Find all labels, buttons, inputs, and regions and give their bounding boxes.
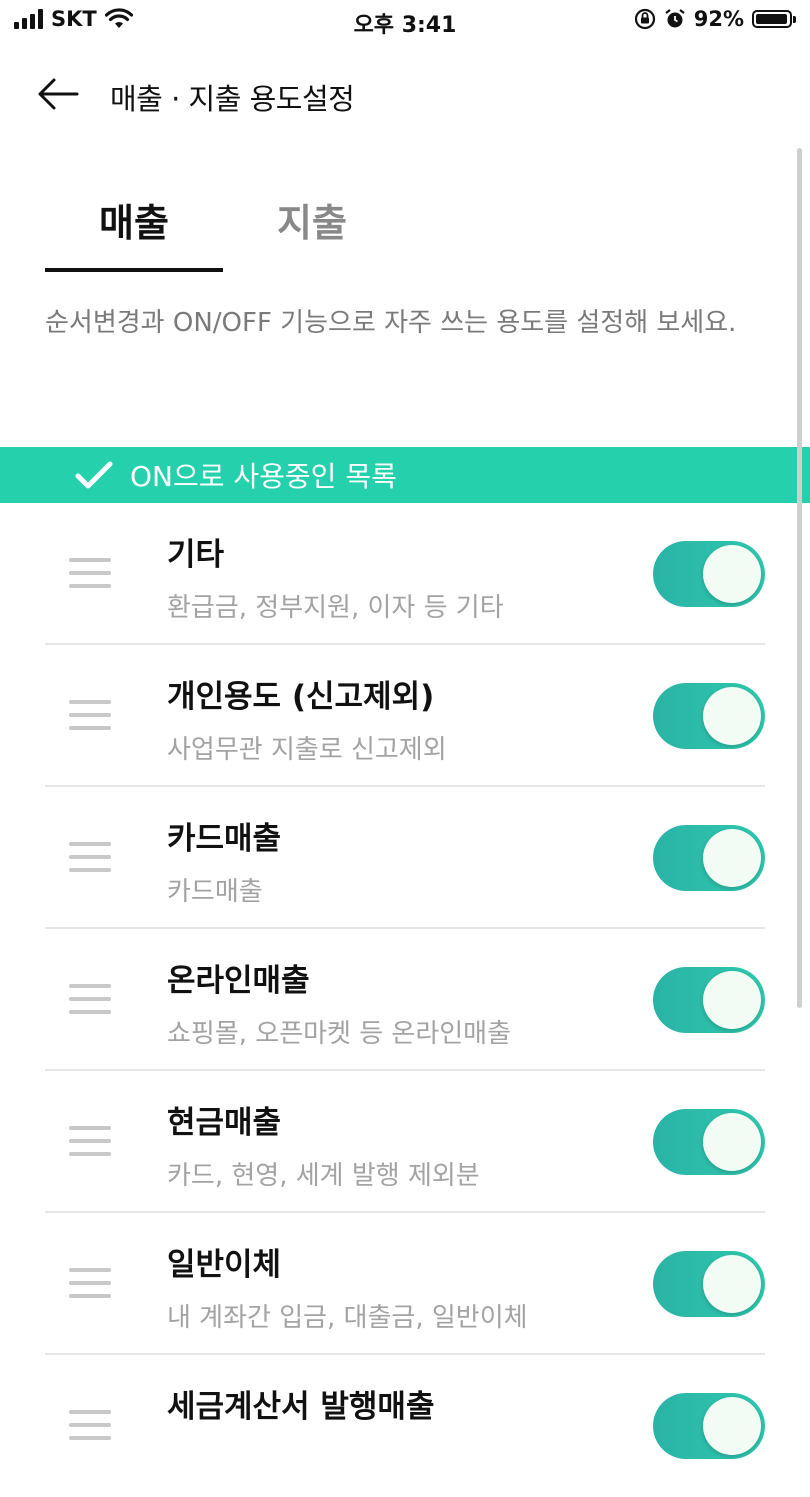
item-title: 세금계산서 발행매출 bbox=[167, 1389, 435, 1425]
drag-handle-icon[interactable] bbox=[69, 842, 111, 876]
page-title: 매출 · 지출 용도설정 bbox=[110, 82, 355, 116]
list-item: 카드매출 카드매출 bbox=[45, 787, 765, 929]
drag-handle-icon[interactable] bbox=[69, 558, 111, 592]
tab-bar: 매출 지출 bbox=[45, 180, 765, 272]
item-title: 온라인매출 bbox=[167, 963, 310, 999]
tab-expense[interactable]: 지출 bbox=[223, 180, 401, 272]
toggle-knob bbox=[703, 1397, 761, 1455]
description-text: 순서변경과 ON/OFF 기능으로 자주 쓰는 용도를 설정해 보세요. bbox=[45, 308, 737, 338]
scrollbar[interactable] bbox=[797, 148, 802, 1008]
header: 매출 · 지출 용도설정 bbox=[0, 60, 810, 130]
drag-handle-icon[interactable] bbox=[69, 700, 111, 734]
toggle-switch[interactable] bbox=[653, 1251, 765, 1317]
drag-handle-icon[interactable] bbox=[69, 1410, 111, 1444]
item-subtitle: 카드매출 bbox=[167, 877, 263, 907]
toggle-knob bbox=[703, 687, 761, 745]
toggle-knob bbox=[703, 545, 761, 603]
battery-icon bbox=[752, 10, 796, 28]
section-label: ON으로 사용중인 목록 bbox=[130, 460, 397, 493]
status-right: 92% bbox=[634, 7, 796, 31]
drag-handle-icon[interactable] bbox=[69, 1126, 111, 1160]
drag-handle-icon[interactable] bbox=[69, 1268, 111, 1302]
item-subtitle: 쇼핑몰, 오픈마켓 등 온라인매출 bbox=[167, 1019, 512, 1049]
toggle-switch[interactable] bbox=[653, 967, 765, 1033]
back-button[interactable] bbox=[30, 70, 86, 118]
item-title: 일반이체 bbox=[167, 1247, 282, 1283]
item-subtitle: 카드, 현영, 세계 발행 제외분 bbox=[167, 1161, 480, 1191]
item-title: 카드매출 bbox=[167, 821, 282, 857]
toggle-knob bbox=[703, 1113, 761, 1171]
toggle-switch[interactable] bbox=[653, 1109, 765, 1175]
toggle-knob bbox=[703, 1255, 761, 1313]
toggle-switch[interactable] bbox=[653, 541, 765, 607]
toggle-knob bbox=[703, 971, 761, 1029]
item-subtitle: 환급금, 정부지원, 이자 등 기타 bbox=[167, 593, 504, 623]
toggle-knob bbox=[703, 829, 761, 887]
tab-sales[interactable]: 매출 bbox=[45, 180, 223, 272]
section-header-on: ON으로 사용중인 목록 bbox=[0, 447, 810, 503]
toggle-switch[interactable] bbox=[653, 825, 765, 891]
drag-handle-icon[interactable] bbox=[69, 984, 111, 1018]
item-title: 개인용도 (신고제외) bbox=[167, 679, 435, 715]
item-subtitle: 사업무관 지출로 신고제외 bbox=[167, 735, 447, 765]
orientation-lock-icon bbox=[634, 8, 655, 30]
list-item: 현금매출 카드, 현영, 세계 발행 제외분 bbox=[45, 1071, 765, 1213]
item-title: 현금매출 bbox=[167, 1105, 282, 1141]
list-item: 일반이체 내 계좌간 입금, 대출금, 일반이체 bbox=[45, 1213, 765, 1355]
back-arrow-icon bbox=[38, 78, 79, 110]
status-bar: SKT 오후 3:41 92% bbox=[0, 0, 810, 40]
check-icon bbox=[75, 461, 113, 489]
list-item: 개인용도 (신고제외) 사업무관 지출로 신고제외 bbox=[45, 645, 765, 787]
list-item: 온라인매출 쇼핑몰, 오픈마켓 등 온라인매출 bbox=[45, 929, 765, 1071]
usage-list: 기타 환급금, 정부지원, 이자 등 기타 개인용도 (신고제외) 사업무관 지… bbox=[45, 503, 765, 1497]
list-item: 세금계산서 발행매출 bbox=[45, 1355, 765, 1497]
toggle-switch[interactable] bbox=[653, 683, 765, 749]
item-subtitle: 내 계좌간 입금, 대출금, 일반이체 bbox=[167, 1303, 528, 1333]
list-item: 기타 환급금, 정부지원, 이자 등 기타 bbox=[45, 503, 765, 645]
toggle-switch[interactable] bbox=[653, 1393, 765, 1459]
battery-percent: 92% bbox=[693, 7, 744, 31]
item-title: 기타 bbox=[167, 537, 225, 573]
alarm-icon bbox=[665, 9, 685, 28]
